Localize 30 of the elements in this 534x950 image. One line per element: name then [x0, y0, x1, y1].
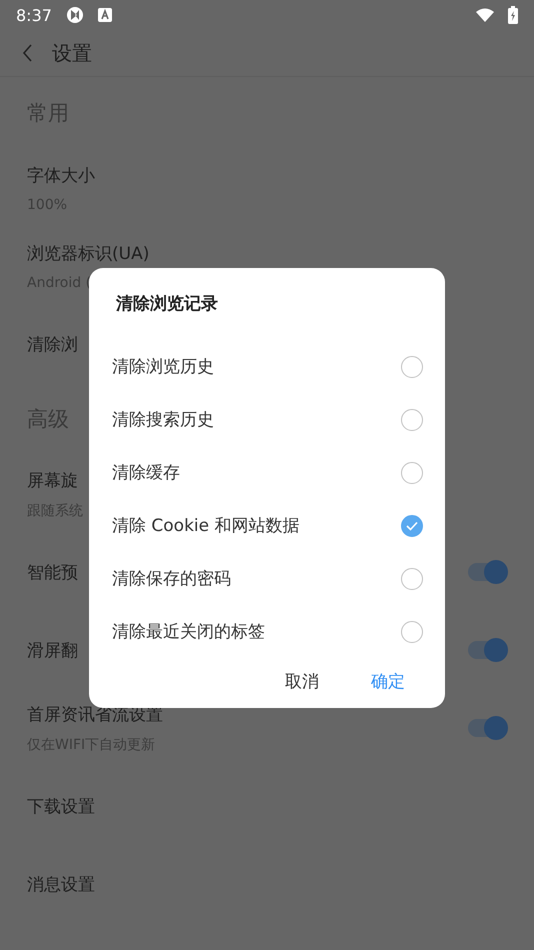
- wifi-icon: [476, 8, 494, 22]
- option-checkbox[interactable]: [401, 620, 423, 642]
- check-icon: [406, 520, 418, 530]
- toggle-switch[interactable]: [468, 563, 506, 581]
- option-label: 清除最近关闭的标签: [112, 621, 265, 643]
- page-title: 设置: [52, 40, 92, 66]
- toggle-switch[interactable]: [468, 641, 506, 659]
- back-icon[interactable]: [22, 44, 32, 62]
- option-checkbox[interactable]: [401, 408, 423, 430]
- app-logo-icon: [66, 6, 84, 24]
- option-checkbox[interactable]: [401, 356, 423, 378]
- option-label: 清除 Cookie 和网站数据: [112, 515, 300, 537]
- battery-icon: [508, 6, 518, 24]
- setting-title[interactable]: 字体大小: [27, 164, 507, 186]
- setting-title[interactable]: 消息设置: [27, 872, 507, 896]
- a-letter-icon: [98, 8, 112, 22]
- option-label: 清除浏览历史: [112, 356, 214, 378]
- status-time: 8:37: [16, 6, 52, 24]
- cancel-button[interactable]: 取消: [279, 662, 325, 701]
- setting-title[interactable]: 浏览器标识(UA): [27, 242, 507, 264]
- option-label: 清除缓存: [112, 462, 180, 484]
- option-checkbox[interactable]: [401, 462, 423, 484]
- dialog-title: 清除浏览记录: [116, 293, 219, 316]
- option-label: 清除搜索历史: [112, 409, 214, 431]
- toggle-switch[interactable]: [468, 719, 506, 737]
- option-checkbox[interactable]: [401, 514, 423, 536]
- option-checkbox[interactable]: [401, 568, 423, 590]
- setting-title[interactable]: 下载设置: [27, 794, 507, 818]
- option-label: 清除保存的密码: [112, 568, 231, 590]
- confirm-button[interactable]: 确定: [365, 662, 411, 701]
